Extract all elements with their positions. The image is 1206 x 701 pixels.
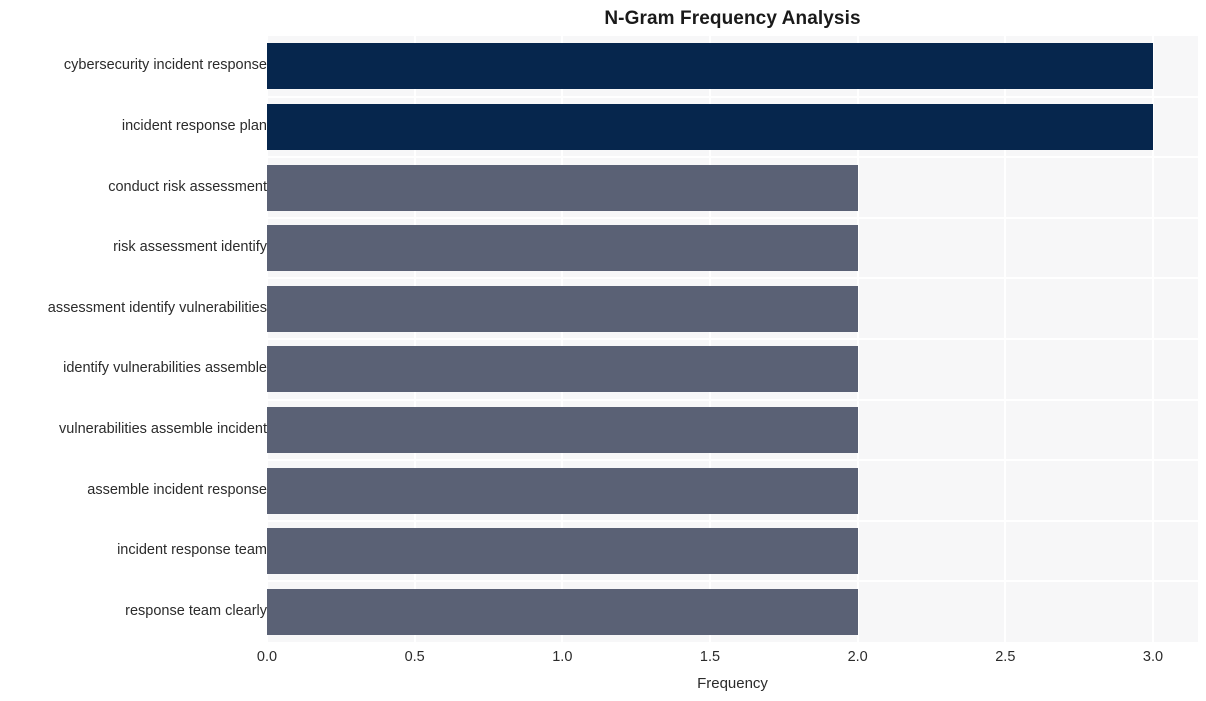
y-axis-tick-label: conduct risk assessment (108, 179, 267, 195)
y-axis-tick-label: identify vulnerabilities assemble (63, 360, 267, 376)
bar (267, 104, 1153, 150)
x-axis-tick-labels: 0.0 0.5 1.0 1.5 2.0 2.5 3.0 (0, 648, 1206, 670)
bar (267, 346, 858, 392)
gridline-horizontal (267, 399, 1198, 401)
x-axis-tick-label: 1.5 (699, 649, 721, 665)
y-axis-tick-label: vulnerabilities assemble incident (59, 421, 267, 437)
bar (267, 407, 858, 453)
y-axis-tick-label: incident response plan (121, 118, 267, 134)
chart-figure: N-Gram Frequency Analysis cybersecurity … (0, 0, 1206, 701)
y-axis-tick-label: assessment identify vulnerabilities (47, 300, 267, 316)
y-axis-tick-label: assemble incident response (87, 482, 267, 498)
bar (267, 589, 858, 635)
x-axis-label: Frequency (697, 675, 768, 692)
bar (267, 528, 858, 574)
bar (267, 43, 1153, 89)
x-axis-tick-label: 3.0 (1142, 649, 1164, 665)
y-axis-tick-label: cybersecurity incident response (63, 57, 267, 73)
plot-area (267, 36, 1198, 642)
bar (267, 225, 858, 271)
gridline-horizontal (267, 277, 1198, 279)
x-axis-tick-label: 2.5 (995, 649, 1016, 665)
x-axis-tick-label: 0.5 (404, 649, 425, 665)
gridline-horizontal (267, 459, 1198, 461)
x-axis-tick-label: 1.0 (552, 649, 573, 665)
bar (267, 165, 858, 211)
x-axis-tick-label: 2.0 (847, 649, 868, 665)
page-title: N-Gram Frequency Analysis (604, 8, 861, 29)
bar (267, 468, 858, 514)
gridline-horizontal (267, 217, 1198, 219)
bar (267, 286, 858, 332)
gridline-horizontal (267, 156, 1198, 158)
gridline-horizontal (267, 520, 1198, 522)
gridline-horizontal (267, 338, 1198, 340)
gridline-horizontal (267, 96, 1198, 98)
y-axis-tick-label: incident response team (117, 542, 267, 558)
y-axis-tick-labels: cybersecurity incident response incident … (0, 36, 267, 642)
y-axis-tick-label: risk assessment identify (113, 239, 267, 255)
gridline-horizontal (267, 580, 1198, 582)
x-axis-tick-label: 0.0 (256, 649, 278, 665)
y-axis-tick-label: response team clearly (125, 603, 267, 619)
